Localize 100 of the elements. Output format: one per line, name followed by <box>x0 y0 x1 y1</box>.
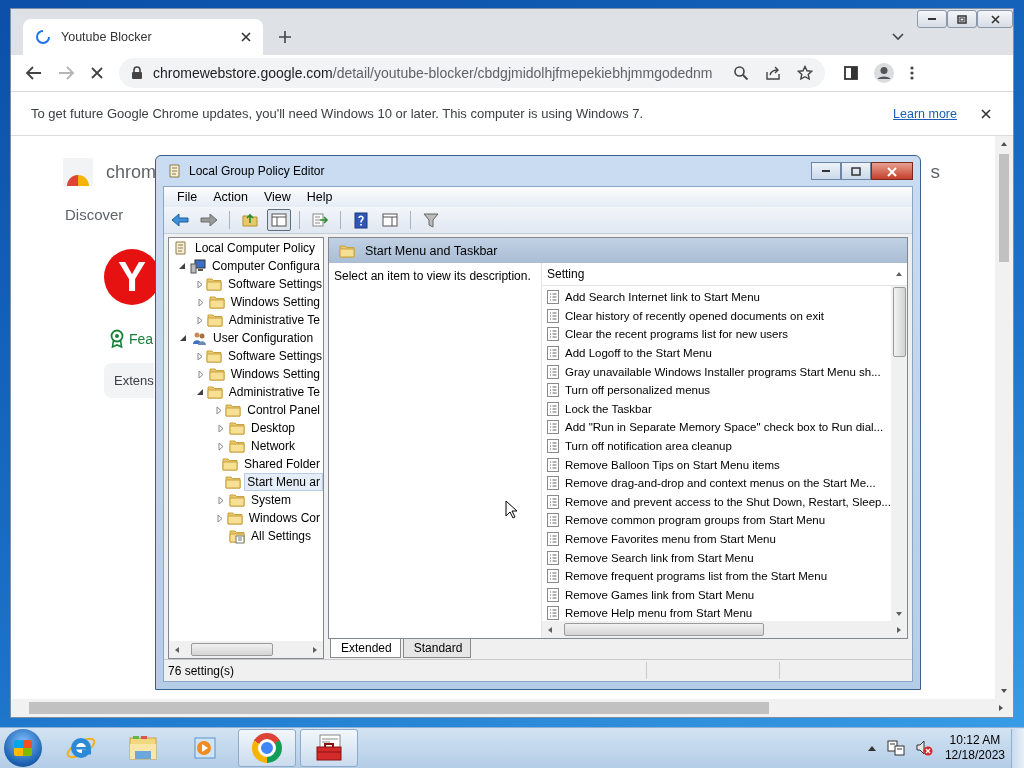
tree-item[interactable]: Software Settings <box>225 275 323 293</box>
setting-item[interactable]: Turn off notification area cleanup <box>565 440 732 453</box>
setting-item[interactable]: Remove Games link from Start Menu <box>565 588 755 601</box>
view-tab[interactable]: Extended <box>330 639 401 658</box>
tree-item[interactable]: Administrative Te <box>225 383 323 401</box>
horizontal-scrollbar[interactable] <box>542 621 907 638</box>
minimize-button[interactable] <box>917 10 947 28</box>
volume-muted-icon[interactable] <box>914 739 933 757</box>
category-chip[interactable]: Extens <box>104 363 154 398</box>
learn-more-link[interactable]: Learn more <box>893 106 957 121</box>
show-hidden-icons-icon[interactable] <box>866 744 877 752</box>
maximize-button[interactable] <box>947 10 977 28</box>
tree-item[interactable]: Desktop <box>248 419 299 437</box>
collapsed-arrow-icon[interactable] <box>217 495 225 505</box>
collapsed-arrow-icon[interactable] <box>217 423 225 433</box>
scroll-left-arrow-icon[interactable] <box>546 624 554 635</box>
collapsed-arrow-icon[interactable] <box>196 279 204 289</box>
taskbar-button[interactable] <box>300 729 358 767</box>
tree-item[interactable]: Windows Cor <box>245 509 323 527</box>
tree-item[interactable]: Windows Setting <box>227 293 323 311</box>
expanded-arrow-icon[interactable] <box>196 388 205 396</box>
setting-item[interactable]: Clear the recent programs list for new users <box>565 328 789 341</box>
tree-item[interactable]: Start Menu ar <box>244 473 323 491</box>
view-tab[interactable]: Standard <box>402 639 472 658</box>
scroll-up-arrow-icon[interactable] <box>999 140 1009 148</box>
menu-item[interactable]: View <box>256 190 300 204</box>
toolbar-button[interactable] <box>267 209 291 231</box>
horizontal-scrollbar[interactable] <box>169 641 323 658</box>
clock-date[interactable]: 12/18/2023 <box>944 748 1005 763</box>
setting-item[interactable]: Remove common program groups from Start Menu <box>565 514 826 527</box>
close-icon[interactable] <box>979 106 993 121</box>
clock-time[interactable]: 10:12 AM <box>949 733 1001 748</box>
vertical-scrollbar[interactable] <box>995 136 1013 699</box>
setting-item[interactable]: Remove Search link from Start Menu <box>565 551 754 564</box>
share-icon[interactable] <box>765 65 781 81</box>
browser-tab[interactable]: Youtube Blocker <box>23 19 263 55</box>
setting-item[interactable]: Remove frequent programs list from the Start Menu <box>565 570 828 583</box>
setting-item[interactable]: Turn off personalized menus <box>565 384 711 397</box>
scroll-right-arrow-icon[interactable] <box>895 624 903 635</box>
new-tab-icon[interactable] <box>277 29 293 45</box>
setting-item[interactable]: Remove Help menu from Start Menu <box>565 607 753 620</box>
minimize-button[interactable] <box>811 162 841 180</box>
taskbar-button[interactable] <box>238 729 296 767</box>
star-icon[interactable] <box>797 65 813 81</box>
tree-item[interactable]: Shared Folder <box>240 455 323 473</box>
scroll-left-arrow-icon[interactable] <box>173 644 181 655</box>
setting-item[interactable]: Remove drag-and-drop and context menus on the Start Me... <box>565 477 876 490</box>
address-bar[interactable]: chromewebstore.google.com/detail/youtube-blocker/cbdgjmidolhjfmepekiebhjmmgodednm <box>119 58 825 88</box>
scroll-right-arrow-icon[interactable] <box>311 644 319 655</box>
stop-icon[interactable] <box>89 65 105 81</box>
close-button[interactable] <box>977 10 1013 28</box>
discover-link[interactable]: Discover <box>65 206 124 223</box>
expanded-arrow-icon[interactable] <box>179 334 187 342</box>
setting-item[interactable]: Gray unavailable Windows Installer programs Start Menu sh... <box>565 365 881 378</box>
scrollbar-thumb[interactable] <box>892 287 906 357</box>
collapsed-arrow-icon[interactable] <box>197 369 206 379</box>
back-arrow-icon[interactable] <box>25 64 43 82</box>
menu-item[interactable]: Action <box>206 190 257 204</box>
setting-item[interactable]: Add "Run in Separate Memory Space" check box to Run dial... <box>565 421 884 434</box>
collapsed-arrow-icon[interactable] <box>215 405 224 415</box>
tree-item[interactable]: System <box>248 491 294 509</box>
collapsed-arrow-icon[interactable] <box>196 315 205 325</box>
tree-item[interactable]: Control Panel <box>244 401 323 419</box>
setting-item[interactable]: Add Search Internet link to Start Menu <box>565 291 760 304</box>
horizontal-scrollbar[interactable] <box>11 699 1013 717</box>
close-button[interactable] <box>871 162 913 180</box>
collapsed-arrow-icon[interactable] <box>217 441 225 451</box>
tree-item[interactable]: Administrative Te <box>225 311 323 329</box>
network-icon[interactable] <box>886 739 905 757</box>
tree-item[interactable]: Software Settings <box>225 347 323 365</box>
menu-icon[interactable] <box>909 65 915 81</box>
maximize-button[interactable] <box>841 162 871 180</box>
tree-item[interactable]: Network <box>248 437 298 455</box>
setting-item[interactable]: Remove Balloon Tips on Start Menu items <box>565 458 780 471</box>
collapsed-arrow-icon[interactable] <box>215 513 224 523</box>
tree-item[interactable]: User Configuration <box>210 329 317 347</box>
expanded-arrow-icon[interactable] <box>178 262 187 270</box>
scroll-right-arrow-icon[interactable] <box>997 703 1005 713</box>
menu-item[interactable]: File <box>170 190 207 204</box>
side-panel-icon[interactable] <box>843 65 859 81</box>
menu-item[interactable]: Help <box>299 190 342 204</box>
start-button[interactable] <box>4 729 42 767</box>
setting-item[interactable]: Add Logoff to the Start Menu <box>565 347 712 360</box>
tree-item[interactable]: Computer Configura <box>208 257 323 275</box>
collapsed-arrow-icon[interactable] <box>197 297 206 307</box>
tree-item[interactable]: All Settings <box>248 527 315 545</box>
scroll-down-arrow-icon[interactable] <box>999 687 1009 695</box>
tree-item[interactable]: Local Computer Policy <box>192 239 319 257</box>
column-header[interactable]: Setting <box>542 267 585 281</box>
setting-item[interactable]: Lock the Taskbar <box>565 402 652 415</box>
setting-item[interactable]: Remove and prevent access to the Shut Down, Restart, Sleep... <box>565 495 891 508</box>
scrollbar-thumb[interactable] <box>999 154 1009 262</box>
collapsed-arrow-icon[interactable] <box>196 351 204 361</box>
tree-item[interactable]: Windows Setting <box>227 365 323 383</box>
profile-icon[interactable] <box>873 62 895 84</box>
search-icon[interactable] <box>733 65 749 81</box>
close-icon[interactable] <box>239 30 253 44</box>
vertical-scrollbar[interactable] <box>891 286 907 621</box>
setting-item[interactable]: Remove Favorites menu from Start Menu <box>565 533 776 545</box>
setting-item[interactable]: Clear history of recently opened documents on exit <box>565 309 824 322</box>
